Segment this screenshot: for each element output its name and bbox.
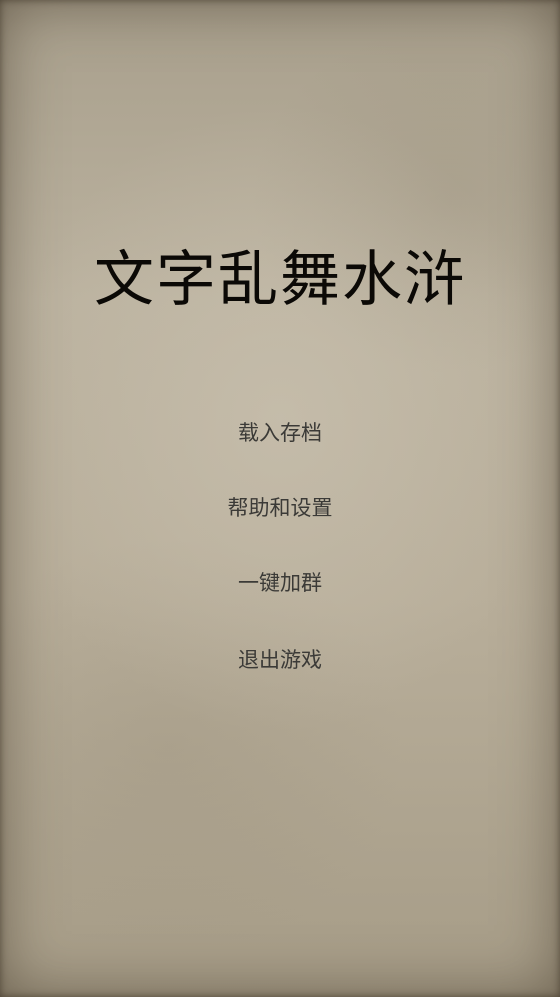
help-settings-button[interactable]: 帮助和设置	[0, 493, 560, 523]
join-group-button[interactable]: 一键加群	[0, 568, 560, 598]
exit-game-button[interactable]: 退出游戏	[0, 645, 560, 675]
game-title: 文字乱舞水浒	[94, 245, 466, 315]
load-save-button[interactable]: 载入存档	[0, 418, 560, 448]
